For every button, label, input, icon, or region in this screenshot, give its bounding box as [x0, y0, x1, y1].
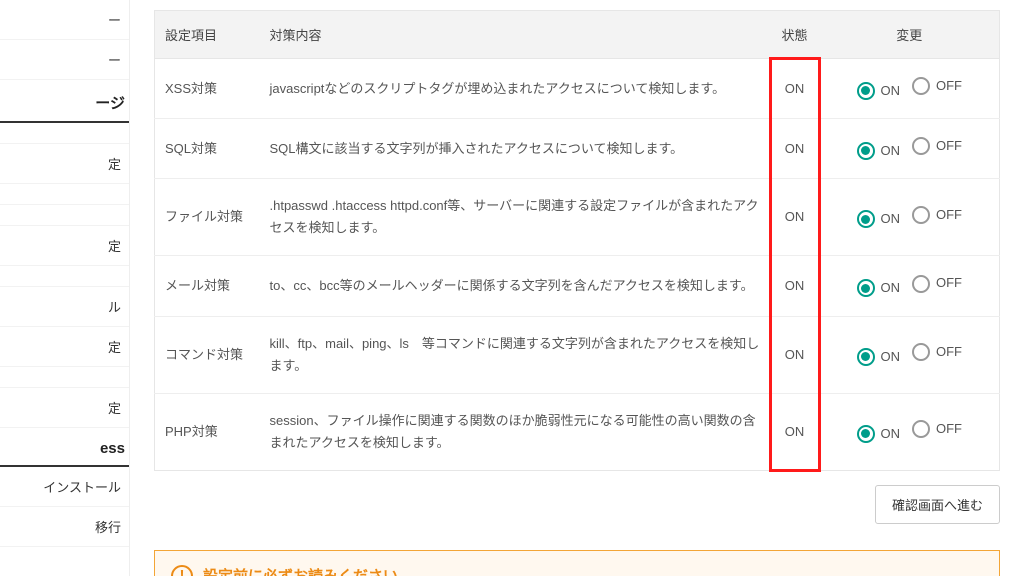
radio-icon: [912, 420, 930, 438]
notice-box: ! 設定前に必ずお読みください WAF設定では、有害な可能性のあるアクセスを検知…: [154, 550, 1000, 576]
table-row: コマンド対策kill、ftp、mail、ping、ls 等コマンドに関連する文字…: [155, 316, 1000, 393]
sidebar-heading: ess: [0, 428, 129, 467]
cell-state: ON: [770, 393, 820, 470]
radio-on-label: ON: [881, 140, 901, 162]
radio-off[interactable]: OFF: [912, 272, 962, 294]
cell-desc: kill、ftp、mail、ping、ls 等コマンドに関連する文字列が含まれた…: [260, 316, 770, 393]
radio-on[interactable]: ON: [857, 277, 901, 299]
radio-off-label: OFF: [936, 341, 962, 363]
notice-title: 設定前に必ずお読みください: [203, 565, 398, 576]
cell-change: ON OFF: [820, 316, 1000, 393]
radio-on[interactable]: ON: [857, 208, 901, 230]
cell-item: SQL対策: [155, 119, 260, 179]
radio-off-label: OFF: [936, 135, 962, 157]
radio-icon: [857, 82, 875, 100]
cell-change: ON OFF: [820, 59, 1000, 119]
cell-desc: .htpasswd .htaccess httpd.conf等、サーバーに関連す…: [260, 179, 770, 256]
radio-on[interactable]: ON: [857, 140, 901, 162]
cell-change: ON OFF: [820, 256, 1000, 316]
cell-state: ON: [770, 256, 820, 316]
radio-icon: [912, 275, 930, 293]
sidebar-item[interactable]: [0, 184, 129, 205]
table-row: XSS対策javascriptなどのスクリプトタグが埋め込まれたアクセスについて…: [155, 59, 1000, 119]
sidebar-item[interactable]: [0, 123, 129, 144]
sidebar: ー ー ージ 定 定 ル 定 定 ess インストール 移行: [0, 0, 130, 576]
table-row: PHP対策session、ファイル操作に関連する関数のほか脆弱性元になる可能性の…: [155, 393, 1000, 470]
sidebar-item[interactable]: 定: [0, 327, 129, 367]
radio-on-label: ON: [881, 277, 901, 299]
radio-on[interactable]: ON: [857, 80, 901, 102]
radio-off-label: OFF: [936, 75, 962, 97]
cell-desc: session、ファイル操作に関連する関数のほか脆弱性元になる可能性の高い関数の…: [260, 393, 770, 470]
sidebar-item[interactable]: [0, 367, 129, 388]
radio-icon: [912, 343, 930, 361]
sidebar-item[interactable]: 定: [0, 388, 129, 428]
table-row: SQL対策SQL構文に該当する文字列が挿入されたアクセスについて検知します。ON…: [155, 119, 1000, 179]
th-state: 状態: [770, 11, 820, 59]
radio-icon: [912, 77, 930, 95]
radio-on-label: ON: [881, 423, 901, 445]
main-content: 設定項目 対策内容 状態 変更 XSS対策javascriptなどのスクリプトタ…: [130, 0, 1024, 576]
sidebar-item[interactable]: 移行: [0, 507, 129, 547]
settings-table: 設定項目 対策内容 状態 変更 XSS対策javascriptなどのスクリプトタ…: [154, 10, 1000, 471]
radio-on-label: ON: [881, 208, 901, 230]
radio-icon: [912, 137, 930, 155]
radio-icon: [857, 425, 875, 443]
cell-item: コマンド対策: [155, 316, 260, 393]
radio-off-label: OFF: [936, 272, 962, 294]
radio-icon: [857, 348, 875, 366]
radio-off-label: OFF: [936, 204, 962, 226]
table-row: メール対策to、cc、bcc等のメールヘッダーに関係する文字列を含んだアクセスを…: [155, 256, 1000, 316]
alert-icon: !: [171, 565, 193, 576]
cell-desc: javascriptなどのスクリプトタグが埋め込まれたアクセスについて検知します…: [260, 59, 770, 119]
sidebar-item[interactable]: [0, 266, 129, 287]
sidebar-item[interactable]: ー: [0, 40, 129, 80]
radio-icon: [857, 279, 875, 297]
radio-off[interactable]: OFF: [912, 341, 962, 363]
table-row: ファイル対策.htpasswd .htaccess httpd.conf等、サー…: [155, 179, 1000, 256]
cell-desc: to、cc、bcc等のメールヘッダーに関係する文字列を含んだアクセスを検知します…: [260, 256, 770, 316]
cell-desc: SQL構文に該当する文字列が挿入されたアクセスについて検知します。: [260, 119, 770, 179]
th-desc: 対策内容: [260, 11, 770, 59]
cell-change: ON OFF: [820, 179, 1000, 256]
sidebar-item[interactable]: 定: [0, 226, 129, 266]
cell-state: ON: [770, 119, 820, 179]
settings-table-wrap: 設定項目 対策内容 状態 変更 XSS対策javascriptなどのスクリプトタ…: [154, 10, 1000, 471]
th-change: 変更: [820, 11, 1000, 59]
radio-on[interactable]: ON: [857, 423, 901, 445]
cell-item: PHP対策: [155, 393, 260, 470]
radio-icon: [857, 210, 875, 228]
cell-item: メール対策: [155, 256, 260, 316]
cell-item: ファイル対策: [155, 179, 260, 256]
cell-change: ON OFF: [820, 119, 1000, 179]
cell-item: XSS対策: [155, 59, 260, 119]
notice-heading: ! 設定前に必ずお読みください: [171, 565, 983, 576]
radio-off[interactable]: OFF: [912, 135, 962, 157]
th-item: 設定項目: [155, 11, 260, 59]
radio-off-label: OFF: [936, 418, 962, 440]
button-row: 確認画面へ進む: [154, 485, 1000, 524]
sidebar-item[interactable]: インストール: [0, 467, 129, 507]
cell-state: ON: [770, 179, 820, 256]
cell-change: ON OFF: [820, 393, 1000, 470]
radio-off[interactable]: OFF: [912, 75, 962, 97]
sidebar-item[interactable]: [0, 205, 129, 226]
radio-on-label: ON: [881, 80, 901, 102]
radio-on-label: ON: [881, 346, 901, 368]
radio-off[interactable]: OFF: [912, 204, 962, 226]
radio-off[interactable]: OFF: [912, 418, 962, 440]
sidebar-item[interactable]: 定: [0, 144, 129, 184]
sidebar-heading: ージ: [0, 80, 129, 123]
radio-icon: [912, 206, 930, 224]
sidebar-item[interactable]: ル: [0, 287, 129, 327]
cell-state: ON: [770, 59, 820, 119]
radio-on[interactable]: ON: [857, 346, 901, 368]
sidebar-item[interactable]: ー: [0, 0, 129, 40]
radio-icon: [857, 142, 875, 160]
confirm-button[interactable]: 確認画面へ進む: [875, 485, 1000, 524]
cell-state: ON: [770, 316, 820, 393]
